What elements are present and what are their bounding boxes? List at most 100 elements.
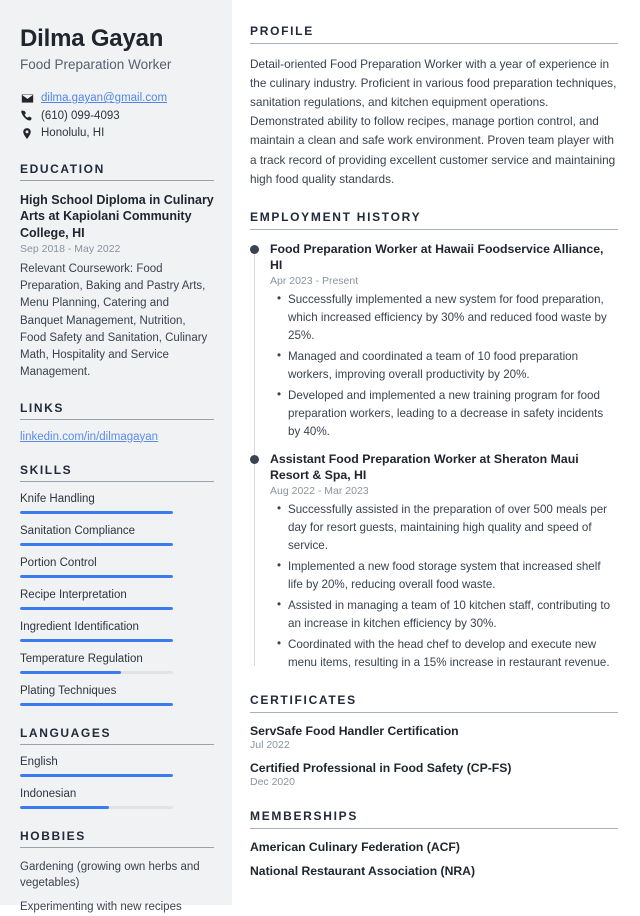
sidebar: Dilma Gayan Food Preparation Worker dilm… [0,0,232,913]
skill-row: Recipe Interpretation [20,589,214,610]
skill-meter-track [20,510,173,514]
job-date: Apr 2023 - Present [270,274,359,287]
email-link[interactable]: dilma.gayan@gmail.com [41,92,167,104]
timeline-dot-icon [250,244,259,254]
main-column: PROFILE Detail-oriented Food Preparation… [232,0,640,905]
memberships-list: American Culinary Federation (ACF) Nation… [250,840,618,878]
certificate-name: ServSafe Food Handler Certification [250,723,459,738]
memberships-section: MEMBERSHIPS American Culinary Federation… [250,809,618,878]
skill-label: Temperature Regulation [20,652,143,665]
linkedin-link[interactable]: linkedin.com/in/dilmagayan [20,431,158,443]
language-row: Indonesian [20,788,214,809]
certificate-item: ServSafe Food Handler Certification Jul 2… [250,724,618,751]
resume-page: Dilma Gayan Food Preparation Worker dilm… [0,0,640,913]
jobs-list: Food Preparation Worker at Hawaii Foodse… [250,241,618,672]
links-rule [20,418,214,420]
language-label: English [20,755,58,768]
job-bullet: Developed and implemented a new training… [277,386,618,441]
skill-meter-fill [20,606,173,610]
language-meter-fill [20,773,173,777]
job-bullet: Coordinated with the head chef to develo… [277,635,618,672]
job-entry: Food Preparation Worker at Hawaii Foodse… [250,241,618,441]
skill-label: Sanitation Compliance [20,524,136,537]
location-pin-icon [20,127,34,140]
language-meter-fill [20,805,109,809]
memberships-rule [250,827,618,829]
skills-section: SKILLS Knife Handling Sanitation Complian… [20,463,214,706]
hobbies-rule [20,846,214,848]
education-heading: EDUCATION [20,161,105,176]
certificate-name: Certified Professional in Food Safety (C… [250,760,512,775]
memberships-heading: MEMBERSHIPS [250,808,359,823]
languages-section: LANGUAGES English Indonesian [20,726,214,809]
hobbies-section: HOBBIES Gardening (growing own herbs and… [20,829,214,916]
hobby-item: Experimenting with new recipes [20,900,182,913]
skill-label: Plating Techniques [20,684,117,697]
timeline-dot-icon [250,454,259,464]
job-role: Food Preparation Worker at Hawaii Foodse… [270,241,604,273]
job-bullet: Managed and coordinated a team of 10 foo… [277,347,618,384]
links-heading: LINKS [20,400,64,415]
candidate-name: Dilma Gayan [20,25,164,52]
skill-meter-track [20,574,173,578]
link-item: linkedin.com/in/dilmagayan [20,431,214,443]
skill-meter-fill [20,574,173,578]
phone-value: (610) 099-4093 [41,109,120,122]
phone-icon [20,110,34,122]
languages-heading: LANGUAGES [20,725,112,740]
hobby-item: Gardening (growing own herbs and vegetab… [20,860,200,890]
location-value: Honolulu, HI [41,127,105,140]
skills-heading: SKILLS [20,462,73,477]
contact-list: dilma.gayan@gmail.com (610) 099-4093 Hon… [20,92,214,140]
job-bullet-list: Successfully assisted in the preparation… [270,500,618,672]
skill-meter-track [20,606,173,610]
job-date: Aug 2022 - Mar 2023 [270,484,369,497]
language-row: English [20,756,214,777]
skill-row: Sanitation Compliance [20,525,214,546]
skill-meter-fill [20,638,173,642]
hobbies-heading: HOBBIES [20,828,86,843]
skill-row: Ingredient Identification [20,621,214,642]
skill-meter-track [20,670,173,674]
links-section: LINKS linkedin.com/in/dilmagayan [20,401,214,443]
job-role: Assistant Food Preparation Worker at She… [270,451,579,483]
skill-meter-fill [20,510,173,514]
employment-heading: EMPLOYMENT HISTORY [250,209,422,224]
education-rule [20,179,214,181]
profile-section: PROFILE Detail-oriented Food Preparation… [250,24,618,189]
certificates-list: ServSafe Food Handler Certification Jul 2… [250,724,618,788]
skills-rule [20,480,214,482]
skill-label: Ingredient Identification [20,620,139,633]
envelope-icon [20,92,34,105]
languages-rule [20,743,214,745]
certificates-section: CERTIFICATES ServSafe Food Handler Certi… [250,693,618,788]
employment-timeline: Food Preparation Worker at Hawaii Foodse… [250,241,618,672]
education-degree: High School Diploma in Culinary Arts at … [20,192,214,240]
contact-location-row: Honolulu, HI [20,127,214,140]
certificates-rule [250,711,618,713]
job-bullet-list: Successfully implemented a new system fo… [270,290,618,441]
skill-label: Recipe Interpretation [20,588,127,601]
job-entry: Assistant Food Preparation Worker at She… [250,451,618,672]
job-bullet: Successfully assisted in the preparation… [277,500,618,555]
certificates-heading: CERTIFICATES [250,692,357,707]
contact-email-row: dilma.gayan@gmail.com [20,92,214,105]
membership-item: American Culinary Federation (ACF) [250,839,460,854]
profile-text: Detail-oriented Food Preparation Worker … [250,57,617,186]
skill-row: Portion Control [20,557,214,578]
language-meter-track [20,773,173,777]
skill-label: Knife Handling [20,492,95,505]
skill-label: Portion Control [20,556,97,569]
language-label: Indonesian [20,787,77,800]
certificate-date: Dec 2020 [250,775,295,788]
certificate-item: Certified Professional in Food Safety (C… [250,761,618,788]
skill-row: Temperature Regulation [20,653,214,674]
job-bullet: Implemented a new food storage system th… [277,557,618,594]
skill-row: Plating Techniques [20,685,214,706]
education-date: Sep 2018 - May 2022 [20,243,121,256]
skill-meter-track [20,638,173,642]
skill-meter-fill [20,542,173,546]
language-meter-track [20,805,173,809]
skill-row: Knife Handling [20,493,214,514]
skill-meter-track [20,702,173,706]
